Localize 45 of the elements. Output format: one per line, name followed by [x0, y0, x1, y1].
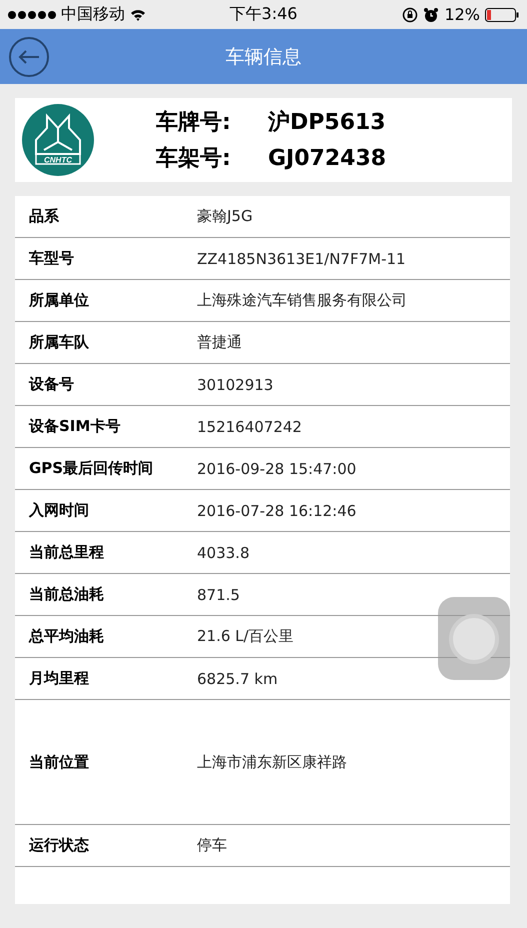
- status-time: 下午3:46: [230, 4, 298, 25]
- row-value: 上海殊途汽车销售服务有限公司: [197, 291, 407, 310]
- field-value: GJ072438: [268, 146, 386, 170]
- row-value: 21.6 L/百公里: [197, 627, 294, 646]
- row-label: 入网时间: [28, 501, 90, 520]
- back-button[interactable]: [9, 36, 49, 76]
- alarm-clock-icon: [423, 6, 440, 22]
- row-label: 当前总里程: [28, 543, 105, 562]
- row-label: 设备号: [28, 375, 75, 394]
- floating-touch-button[interactable]: [438, 597, 510, 680]
- left-arrow-icon: [18, 50, 40, 64]
- wifi-icon: [130, 8, 146, 20]
- field-value: 沪DP5613: [268, 108, 386, 137]
- row-value: 30102913: [197, 376, 274, 394]
- row-value: 停车: [197, 836, 227, 855]
- row-label: 总平均油耗: [28, 627, 105, 646]
- field-label: 车牌号:: [156, 109, 232, 137]
- battery-percent: 12%: [444, 5, 480, 24]
- row-label: 所属单位: [28, 291, 90, 310]
- row-value: 普捷通: [197, 333, 242, 352]
- row-value: 上海市浦东新区康祥路: [197, 752, 347, 772]
- signal-dots-icon: [8, 10, 56, 18]
- row-label: GPS最后回传时间: [28, 459, 154, 478]
- brand-logo: CNHTC: [22, 104, 94, 176]
- row-value: 2016-07-28 16:12:46: [197, 502, 356, 520]
- rotation-lock-icon: [402, 6, 418, 22]
- row-value: 2016-09-28 15:47:00: [197, 460, 356, 478]
- row-label: 所属车队: [28, 333, 90, 352]
- row-label: 月均里程: [28, 669, 90, 688]
- row-value: ZZ4185N3613E1/N7F7M-11: [197, 250, 406, 268]
- row-label: 设备SIM卡号: [28, 417, 122, 436]
- row-label: 当前总油耗: [28, 585, 105, 604]
- row-value: 4033.8: [197, 544, 250, 562]
- field-label: 车架号:: [156, 145, 232, 173]
- row-label: 运行状态: [28, 836, 90, 855]
- row-value: 871.5: [197, 586, 240, 604]
- carrier-name: 中国移动: [61, 4, 125, 25]
- battery-icon: [485, 8, 519, 22]
- row-label: 品系: [28, 207, 60, 226]
- row-label: 当前位置: [28, 752, 90, 772]
- row-value: 豪翰J5G: [197, 207, 253, 226]
- row-value: 15216407242: [197, 418, 302, 436]
- page-title: 车辆信息: [226, 44, 302, 70]
- row-label: 车型号: [28, 249, 75, 268]
- row-value: 6825.7 km: [197, 670, 278, 688]
